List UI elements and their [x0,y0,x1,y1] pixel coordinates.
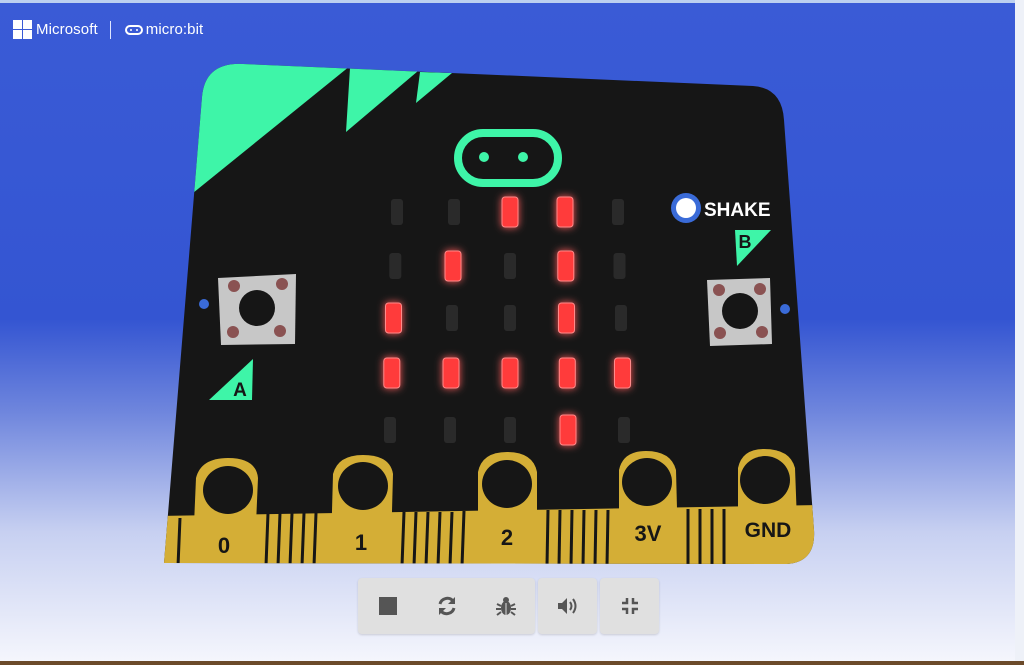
stop-button[interactable] [358,578,417,634]
led-on [444,250,462,282]
exit-fullscreen-button[interactable] [600,578,659,634]
restart-button[interactable] [417,578,476,634]
debug-bug-icon [495,597,516,616]
button-a-indicator [199,299,209,309]
button-b[interactable] [707,278,772,346]
shake-label: SHAKE [704,200,771,221]
pin-3v-label: 3V [635,521,662,546]
led-on [556,196,574,228]
led-on [559,414,577,446]
led-on [442,357,460,389]
toolbar-fullscreen-group [600,578,659,634]
led-on [501,196,519,228]
led-off [618,417,630,443]
led-off [384,417,396,443]
led-off [448,199,460,225]
debug-button[interactable] [476,578,535,634]
volume-icon [557,598,576,614]
button-a[interactable] [218,274,296,345]
toolbar-main-group [358,578,535,634]
button-b-label: B [739,232,752,252]
button-a-label: A [233,380,247,401]
led-on [558,302,575,334]
led-off [389,253,402,279]
pin-gnd-label: GND [745,519,792,542]
button-b-indicator [780,304,790,314]
led-on [558,357,576,389]
led-off [504,417,516,443]
led-on [383,357,401,389]
pin-0-label: 0 [218,533,230,558]
led-on [385,302,402,334]
led-off [391,199,403,225]
led-on [557,250,575,282]
exit-fullscreen-icon [621,598,638,614]
simulator-toolbar [358,578,659,634]
led-on [501,357,519,389]
stop-icon [378,597,397,615]
microbit-board: 0 1 2 3V GND SHAKE A B [164,63,815,564]
toolbar-volume-group [538,578,597,634]
pin-1-label: 1 [355,530,367,555]
led-off [504,305,516,331]
led-off [444,417,456,443]
volume-button[interactable] [538,578,597,634]
restart-icon [438,596,455,616]
led-on [614,357,631,389]
led-off [504,253,516,279]
led-off [615,305,627,331]
led-off [612,199,624,225]
led-off [613,253,626,279]
pin-2-label: 2 [501,525,513,550]
led-off [446,305,458,331]
